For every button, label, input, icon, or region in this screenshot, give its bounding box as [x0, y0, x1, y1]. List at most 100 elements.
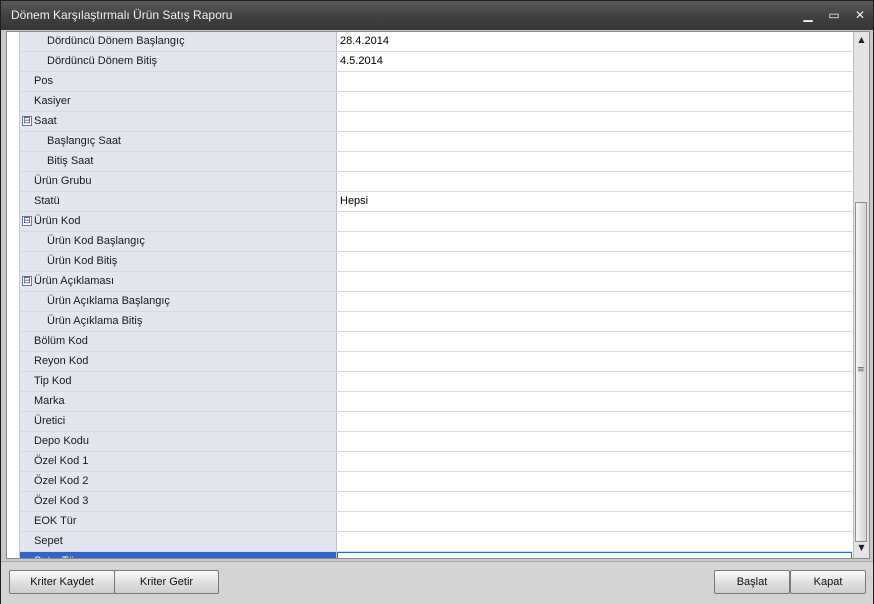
- property-value-cell[interactable]: [337, 212, 852, 231]
- property-label-cell[interactable]: Özel Kod 2: [20, 472, 337, 491]
- maximize-icon[interactable]: ▭: [825, 7, 843, 23]
- scroll-down-icon[interactable]: ▼: [856, 542, 867, 554]
- property-row[interactable]: Bölüm Kod: [20, 332, 852, 352]
- property-label-cell[interactable]: EOK Tür: [20, 512, 337, 531]
- property-value-cell[interactable]: [337, 272, 852, 291]
- property-label-cell[interactable]: Ürün Açıklama Bitiş: [20, 312, 337, 331]
- save-criteria-button[interactable]: Kriter Kaydet: [9, 570, 115, 594]
- property-label-cell[interactable]: Marka: [20, 392, 337, 411]
- property-label: Özel Kod 3: [34, 495, 89, 507]
- property-label-cell[interactable]: Bitiş Saat: [20, 152, 337, 171]
- property-value-cell[interactable]: [337, 472, 852, 491]
- property-value-cell[interactable]: [337, 492, 852, 511]
- property-value-cell[interactable]: [337, 152, 852, 171]
- property-label-cell[interactable]: Başlangıç Saat: [20, 132, 337, 151]
- property-label-cell[interactable]: Sepet: [20, 532, 337, 551]
- property-row[interactable]: Üretici: [20, 412, 852, 432]
- dropdown-arrow-icon[interactable]: ▼: [839, 556, 849, 558]
- property-value-cell[interactable]: [337, 232, 852, 251]
- property-value: Hepsi: [340, 195, 369, 207]
- property-value-cell[interactable]: [337, 352, 852, 371]
- property-row[interactable]: Ürün Grubu: [20, 172, 852, 192]
- start-button[interactable]: Başlat: [714, 570, 790, 594]
- property-value-cell[interactable]: 28.4.2014: [337, 32, 852, 51]
- close-icon[interactable]: ✕: [851, 7, 869, 23]
- property-row[interactable]: Sepet: [20, 532, 852, 552]
- property-label-cell[interactable]: ⊟ Ürün Kod: [20, 212, 337, 231]
- property-row[interactable]: Tip Kod: [20, 372, 852, 392]
- property-value-cell[interactable]: [337, 392, 852, 411]
- property-value-cell[interactable]: [337, 132, 852, 151]
- collapse-icon[interactable]: ⊟: [22, 216, 32, 226]
- property-label-cell[interactable]: Özel Kod 3: [20, 492, 337, 511]
- property-label-cell[interactable]: Reyon Kod: [20, 352, 337, 371]
- property-label-cell[interactable]: ⊟ Saat: [20, 112, 337, 131]
- property-row[interactable]: Özel Kod 3: [20, 492, 852, 512]
- scroll-up-icon[interactable]: ▲: [856, 34, 867, 46]
- sales-type-combo[interactable]: 0,1,2,3 ▼: [337, 552, 852, 558]
- property-label-cell[interactable]: Ürün Kod Bitiş: [20, 252, 337, 271]
- property-value-cell[interactable]: [337, 72, 852, 91]
- property-row[interactable]: Ürün Açıklama Bitiş: [20, 312, 852, 332]
- property-value-cell[interactable]: Hepsi: [337, 192, 852, 211]
- property-label-cell[interactable]: Ürün Açıklama Başlangıç: [20, 292, 337, 311]
- property-row[interactable]: Bitiş Saat: [20, 152, 852, 172]
- close-button[interactable]: Kapat: [790, 570, 866, 594]
- property-value-cell[interactable]: [337, 92, 852, 111]
- property-value-cell[interactable]: [337, 252, 852, 271]
- property-label-cell[interactable]: Dördüncü Dönem Bitiş: [20, 52, 337, 71]
- property-label-cell[interactable]: Pos: [20, 72, 337, 91]
- property-row[interactable]: ⊟ Saat: [20, 112, 852, 132]
- property-value-cell[interactable]: [337, 512, 852, 531]
- property-value-cell[interactable]: [337, 432, 852, 451]
- property-row[interactable]: Dördüncü Dönem Başlangıç 28.4.2014: [20, 32, 852, 52]
- property-value-cell[interactable]: [337, 292, 852, 311]
- property-label-cell[interactable]: Kasiyer: [20, 92, 337, 111]
- load-criteria-button[interactable]: Kriter Getir: [114, 570, 219, 594]
- title-bar[interactable]: Dönem Karşılaştırmalı Ürün Satış Raporu …: [1, 1, 873, 30]
- property-row[interactable]: Ürün Açıklama Başlangıç: [20, 292, 852, 312]
- property-label-cell[interactable]: Dördüncü Dönem Başlangıç: [20, 32, 337, 51]
- collapse-icon[interactable]: ⊟: [22, 116, 32, 126]
- property-label-cell[interactable]: Tip Kod: [20, 372, 337, 391]
- property-label-cell[interactable]: Ürün Grubu: [20, 172, 337, 191]
- property-value: 28.4.2014: [340, 35, 389, 47]
- property-value-cell[interactable]: [337, 532, 852, 551]
- property-value-cell[interactable]: 4.5.2014: [337, 52, 852, 71]
- scrollbar-thumb[interactable]: ≡: [855, 202, 867, 542]
- minimize-icon[interactable]: ▁: [799, 7, 817, 23]
- property-label-cell[interactable]: ⊟ Ürün Açıklaması: [20, 272, 337, 291]
- collapse-icon[interactable]: ⊟: [22, 276, 32, 286]
- property-label-cell[interactable]: Statü: [20, 192, 337, 211]
- property-value-cell[interactable]: [337, 172, 852, 191]
- property-label-cell[interactable]: Üretici: [20, 412, 337, 431]
- property-label-cell[interactable]: Özel Kod 1: [20, 452, 337, 471]
- property-row[interactable]: Başlangıç Saat: [20, 132, 852, 152]
- property-label-cell[interactable]: Depo Kodu: [20, 432, 337, 451]
- property-row[interactable]: ⊟ Ürün Açıklaması: [20, 272, 852, 292]
- property-row[interactable]: Dördüncü Dönem Bitiş 4.5.2014: [20, 52, 852, 72]
- property-row[interactable]: Statü Hepsi: [20, 192, 852, 212]
- property-label-cell[interactable]: Satış Tür: [20, 552, 337, 558]
- vertical-scrollbar[interactable]: ▲ ≡ ▼: [853, 32, 869, 558]
- property-row[interactable]: Özel Kod 1: [20, 452, 852, 472]
- property-row[interactable]: Satış Tür 0,1,2,3 ▼: [20, 552, 852, 558]
- property-row[interactable]: Depo Kodu: [20, 432, 852, 452]
- property-value-cell[interactable]: [337, 412, 852, 431]
- property-row[interactable]: Marka: [20, 392, 852, 412]
- property-value-cell[interactable]: [337, 372, 852, 391]
- property-row[interactable]: Özel Kod 2: [20, 472, 852, 492]
- property-row[interactable]: Ürün Kod Bitiş: [20, 252, 852, 272]
- property-row[interactable]: EOK Tür: [20, 512, 852, 532]
- property-value-cell[interactable]: [337, 112, 852, 131]
- property-row[interactable]: Reyon Kod: [20, 352, 852, 372]
- property-value-cell[interactable]: [337, 312, 852, 331]
- property-row[interactable]: Kasiyer: [20, 92, 852, 112]
- property-row[interactable]: ⊟ Ürün Kod: [20, 212, 852, 232]
- property-value-cell[interactable]: [337, 452, 852, 471]
- property-row[interactable]: Ürün Kod Başlangıç: [20, 232, 852, 252]
- property-label-cell[interactable]: Ürün Kod Başlangıç: [20, 232, 337, 251]
- property-value-cell[interactable]: [337, 332, 852, 351]
- property-row[interactable]: Pos: [20, 72, 852, 92]
- property-label-cell[interactable]: Bölüm Kod: [20, 332, 337, 351]
